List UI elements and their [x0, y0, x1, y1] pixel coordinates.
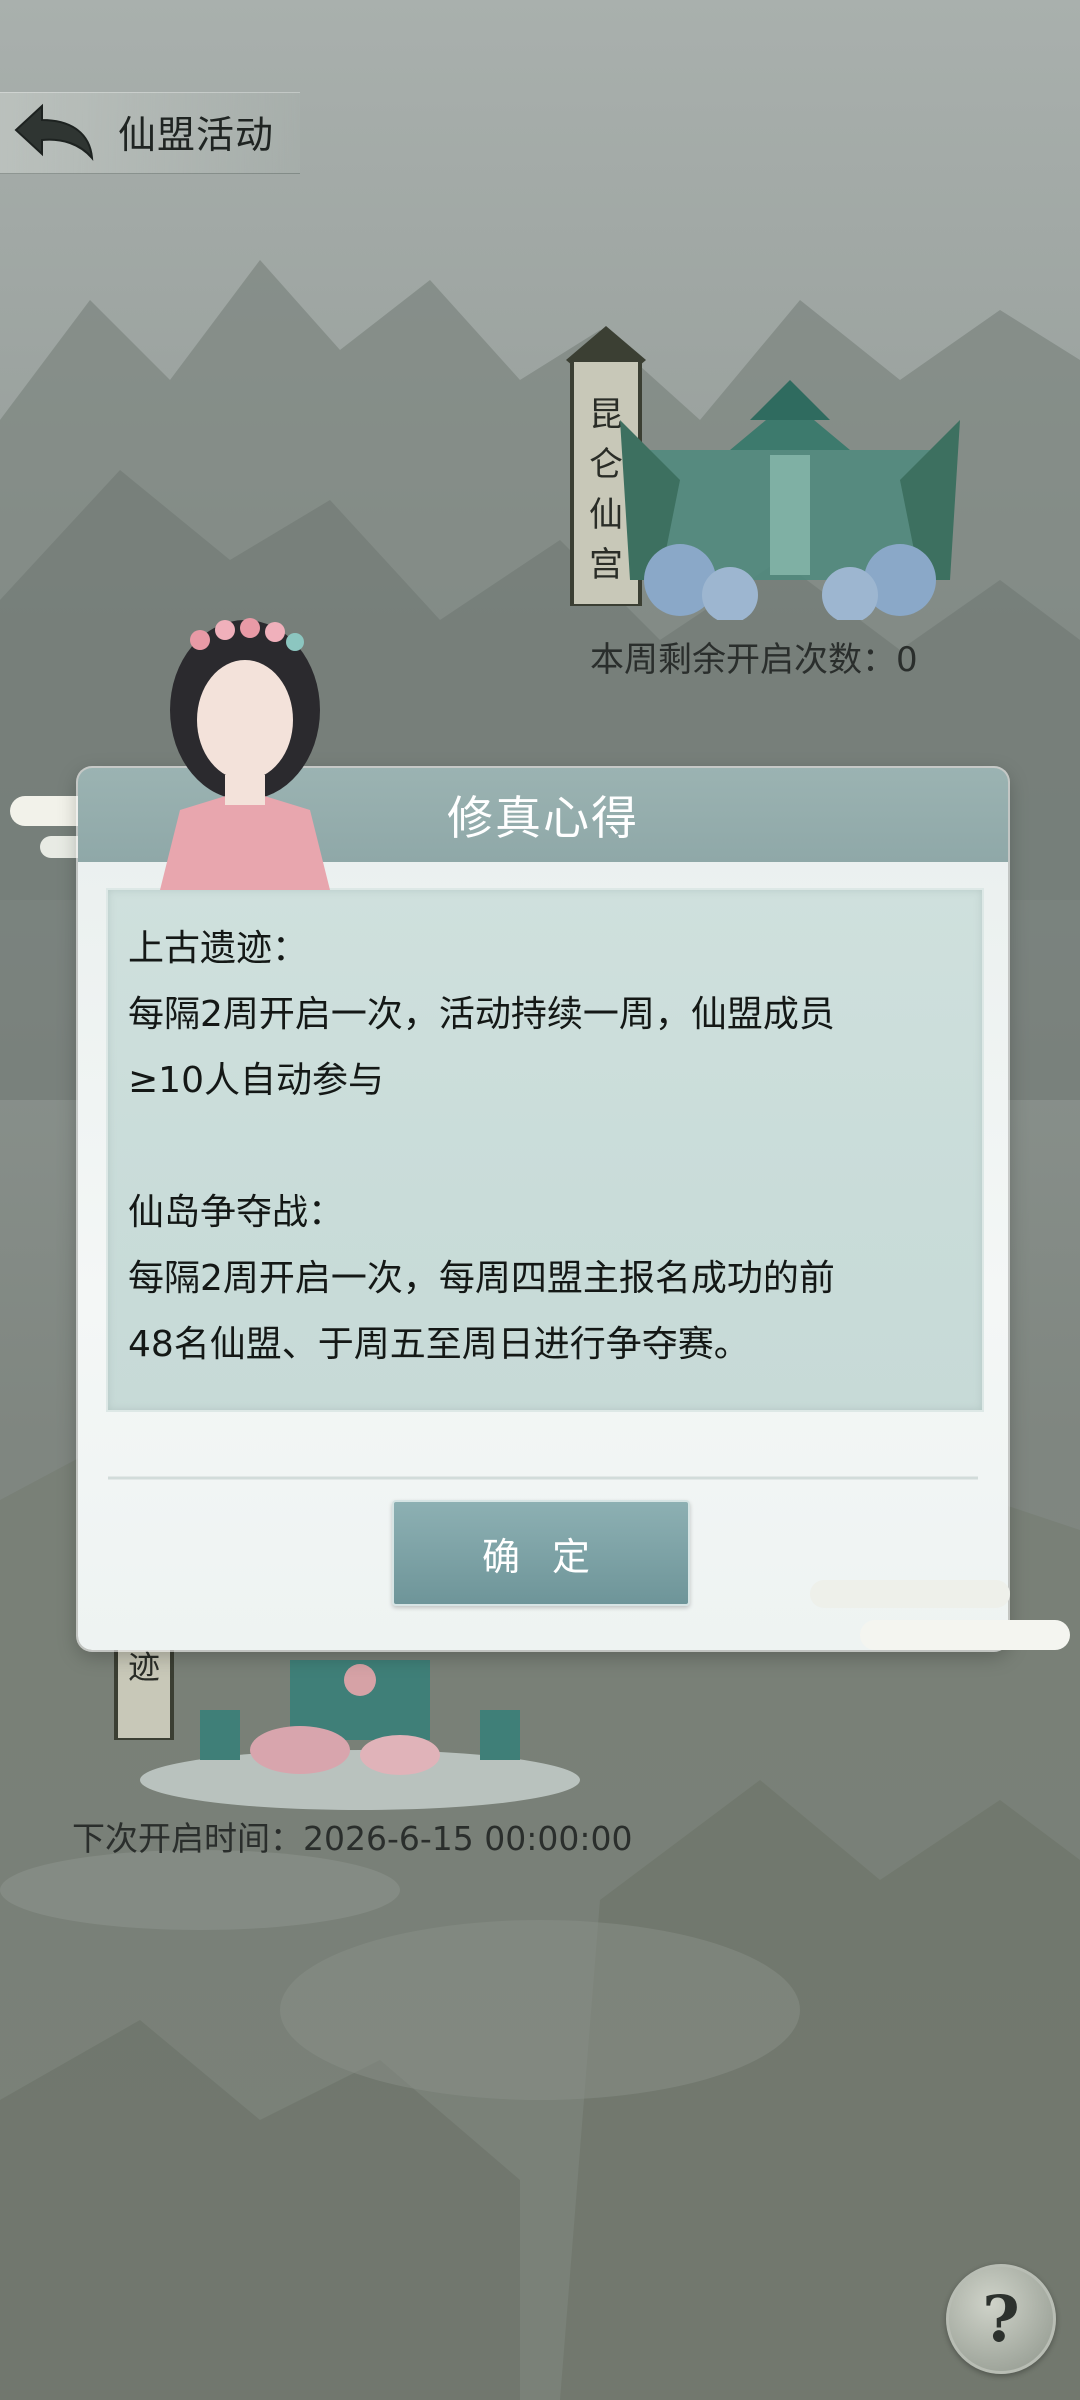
section-body: 48名仙盟、于周五至周日进行争夺赛。 [128, 1324, 750, 1365]
dialog-content-text: 上古遗迹： 每隔2周开启一次，活动持续一周，仙盟成员 ≥10人自动参与 仙岛争夺… [128, 916, 958, 1378]
page-title: 仙盟活动 [118, 113, 275, 157]
cloud-decoration [810, 1580, 1070, 1650]
next-open-time-label: 下次开启时间：2026-6-15 00:00:00 [72, 1819, 633, 1858]
banner-char: 仑 [589, 445, 623, 485]
npc-portrait [160, 618, 330, 890]
section-heading: 上古遗迹： [128, 928, 309, 969]
dialog-content-box: 上古遗迹： 每隔2周开启一次，活动持续一周，仙盟成员 ≥10人自动参与 仙岛争夺… [106, 888, 984, 1412]
section-body: ≥10人自动参与 [128, 1060, 384, 1101]
section-heading: 仙岛争夺战： [128, 1192, 345, 1233]
tips-dialog: 修真心得 上古遗迹： 每隔2周开启一次，活动持续一周，仙盟成员 ≥10人自动参与… [78, 768, 1008, 1650]
banner-char: 仙 [589, 495, 623, 535]
section-body: 每隔2周开启一次，活动持续一周，仙盟成员 [128, 994, 835, 1035]
back-arrow-icon [14, 103, 94, 161]
ancient-ruins-illustration[interactable] [140, 1640, 580, 1810]
divider [108, 1476, 978, 1480]
confirm-button-label: 确 定 [481, 1534, 601, 1579]
kunlun-palace-illustration[interactable] [620, 360, 960, 620]
help-button[interactable]: ? [946, 2264, 1056, 2374]
back-button[interactable] [10, 100, 100, 164]
confirm-button[interactable]: 确 定 [392, 1500, 690, 1606]
question-mark-icon: ? [982, 2281, 1020, 2357]
banner-char: 宫 [589, 545, 623, 585]
banner-char: 昆 [589, 395, 623, 435]
remaining-count-label: 本周剩余开启次数：0 [590, 640, 918, 680]
section-body: 每隔2周开启一次，每周四盟主报名成功的前 [128, 1258, 835, 1299]
